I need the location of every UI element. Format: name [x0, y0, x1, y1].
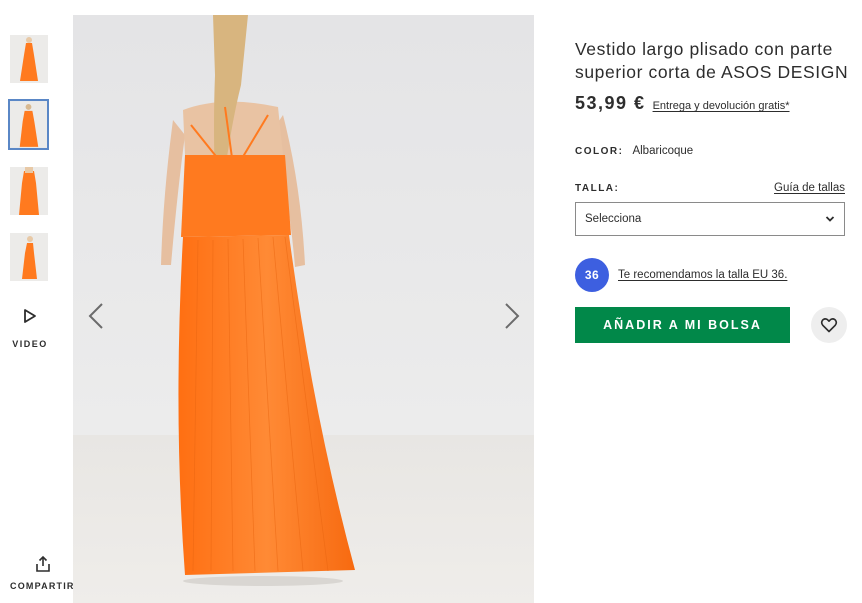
product-title: Vestido largo plisado con parte superior… [575, 39, 849, 82]
product-photo [73, 15, 534, 603]
share-icon [36, 555, 50, 572]
add-to-bag-button[interactable]: AÑADIR A MI BOLSA [575, 307, 790, 343]
product-price: 53,99 € [575, 93, 646, 113]
play-icon [24, 309, 36, 323]
size-recommendation: 36 Te recomendamos la talla EU 36. [575, 258, 850, 292]
video-button[interactable]: VIDEO [6, 308, 54, 349]
purchase-actions: AÑADIR A MI BOLSA [575, 307, 847, 343]
thumbnail-full[interactable] [10, 233, 48, 281]
share-label: COMPARTIR [10, 581, 75, 591]
recommended-size-badge[interactable]: 36 [575, 258, 609, 292]
color-label: COLOR: [575, 146, 624, 157]
thumbnail-full-image [10, 233, 48, 281]
next-image-button[interactable] [496, 296, 526, 336]
previous-image-button[interactable] [82, 296, 112, 336]
size-label: TALLA: [575, 183, 620, 194]
thumbnail-back-image [10, 101, 47, 148]
save-for-later-button[interactable] [811, 307, 847, 343]
recommendation-link[interactable]: Te recomendamos la talla EU 36. [618, 269, 787, 281]
thumbnail-front-image [10, 35, 48, 83]
chevron-right-icon [505, 303, 520, 329]
thumbnail-side-image [10, 167, 48, 215]
size-header: TALLA: Guía de tallas [575, 182, 845, 194]
thumbnail-strip: VIDEO COMPARTIR [0, 0, 73, 603]
price-row: 53,99 € Entrega y devolución gratis* [575, 93, 850, 114]
size-select[interactable]: Selecciona [575, 202, 845, 236]
thumbnail-back[interactable] [8, 99, 49, 150]
color-value: Albaricoque [632, 145, 694, 157]
share-button[interactable]: COMPARTIR [4, 555, 76, 591]
video-label: VIDEO [12, 339, 48, 349]
size-guide-link[interactable]: Guía de tallas [774, 182, 845, 194]
heart-icon [820, 318, 838, 333]
chevron-down-icon [825, 216, 835, 222]
delivery-link[interactable]: Entrega y devolución gratis* [653, 100, 790, 112]
size-select-value: Selecciona [585, 213, 642, 225]
thumbnail-side[interactable] [10, 167, 48, 215]
chevron-left-icon [88, 303, 103, 329]
thumbnail-front[interactable] [10, 35, 48, 83]
main-product-image [73, 15, 534, 603]
color-row: COLOR: Albaricoque [575, 145, 850, 157]
product-details: Vestido largo plisado con parte superior… [575, 38, 850, 343]
